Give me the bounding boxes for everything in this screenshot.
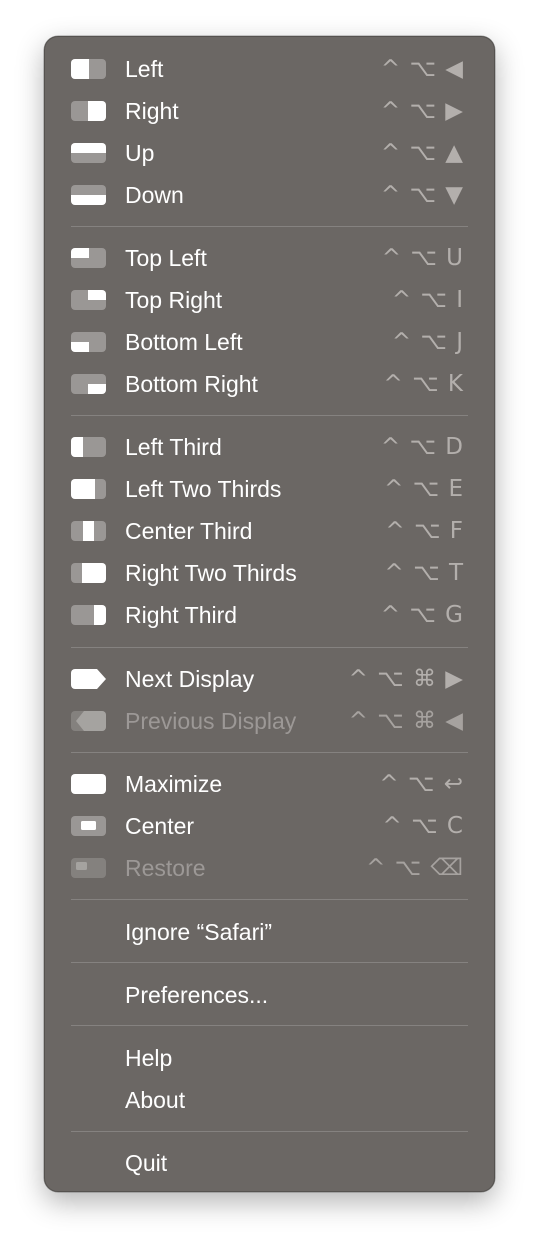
menu-item-restore[interactable]: Restore ^ ⌥ ⌫: [45, 847, 494, 889]
menu-item-label: Right: [125, 98, 179, 124]
menu-item-help[interactable]: Help: [45, 1037, 494, 1079]
menu-item-label: Quit: [125, 1150, 168, 1176]
shortcut-text: ^ ⌥ J: [391, 329, 464, 355]
quarter-top-left-icon: [71, 248, 106, 268]
maximize-icon: [71, 774, 106, 794]
rectangle-menu: Left ^ ⌥ ◀ Right ^ ⌥ ▶ Up ^ ⌥ ▲ Down ^ ⌥…: [44, 36, 495, 1192]
menu-item-previous-display[interactable]: Previous Display ^ ⌥ ⌘ ◀: [45, 700, 494, 742]
menu-separator: [71, 899, 468, 900]
shortcut-text: ^ ⌥ E: [384, 476, 464, 502]
shortcut-text: ^ ⌥ ⌘ ◀: [348, 708, 464, 734]
half-top-icon: [71, 143, 106, 163]
menu-item-label: Next Display: [125, 666, 255, 692]
next-display-icon: [71, 669, 106, 689]
menu-item-label: Center: [125, 813, 195, 839]
menu-separator: [71, 1025, 468, 1026]
menu-item-right-third[interactable]: Right Third ^ ⌥ G: [45, 594, 494, 636]
shortcut-text: ^ ⌥ ▲: [380, 140, 464, 166]
menu-item-label: Left: [125, 56, 164, 82]
menu-item-top-right[interactable]: Top Right ^ ⌥ I: [45, 279, 494, 321]
menu-item-label: Down: [125, 182, 184, 208]
menu-item-maximize[interactable]: Maximize ^ ⌥ ↩: [45, 763, 494, 805]
menu-item-center[interactable]: Center ^ ⌥ C: [45, 805, 494, 847]
menu-item-label: Left Third: [125, 434, 222, 460]
shortcut-text: ^ ⌥ ▼: [380, 182, 464, 208]
half-bottom-icon: [71, 185, 106, 205]
menu-item-next-display[interactable]: Next Display ^ ⌥ ⌘ ▶: [45, 658, 494, 700]
shortcut-text: ^ ⌥ U: [381, 245, 464, 271]
menu-item-label: About: [125, 1087, 186, 1113]
shortcut-text: ^ ⌥ ⌫: [366, 855, 464, 881]
shortcut-text: ^ ⌥ ▶: [380, 98, 464, 124]
menu-item-bottom-right[interactable]: Bottom Right ^ ⌥ K: [45, 363, 494, 405]
quarter-top-right-icon: [71, 290, 106, 310]
shortcut-text: ^ ⌥ F: [385, 518, 464, 544]
shortcut-text: ^ ⌥ ◀: [380, 56, 464, 82]
menu-separator: [71, 647, 468, 648]
menu-item-label: Help: [125, 1045, 173, 1071]
shortcut-text: ^ ⌥ G: [380, 602, 464, 628]
menu-item-quit[interactable]: Quit: [45, 1142, 494, 1184]
half-left-icon: [71, 59, 106, 79]
left-third-icon: [71, 437, 106, 457]
shortcut-text: ^ ⌥ K: [383, 371, 464, 397]
menu-item-label: Previous Display: [125, 708, 297, 734]
right-third-icon: [71, 605, 106, 625]
menu-item-label: Top Left: [125, 245, 207, 271]
menu-item-label: Center Third: [125, 518, 253, 544]
menu-separator: [71, 1131, 468, 1132]
right-two-thirds-icon: [71, 563, 106, 583]
menu-item-label: Bottom Left: [125, 329, 243, 355]
menu-item-left-third[interactable]: Left Third ^ ⌥ D: [45, 426, 494, 468]
menu-separator: [71, 752, 468, 753]
shortcut-text: ^ ⌥ ↩: [379, 771, 464, 797]
menu-item-label: Up: [125, 140, 155, 166]
left-two-thirds-icon: [71, 479, 106, 499]
previous-display-icon: [71, 711, 106, 731]
menu-item-down[interactable]: Down ^ ⌥ ▼: [45, 174, 494, 216]
menu-item-center-third[interactable]: Center Third ^ ⌥ F: [45, 510, 494, 552]
menu-item-label: Bottom Right: [125, 371, 258, 397]
menu-item-label: Right Two Thirds: [125, 560, 297, 586]
shortcut-text: ^ ⌥ T: [384, 560, 464, 586]
quarter-bottom-left-icon: [71, 332, 106, 352]
menu-item-label: Left Two Thirds: [125, 476, 282, 502]
menu-item-preferences[interactable]: Preferences...: [45, 974, 494, 1016]
shortcut-text: ^ ⌥ D: [380, 434, 464, 460]
menu-item-label: Preferences...: [125, 982, 269, 1008]
menu-item-right-two-thirds[interactable]: Right Two Thirds ^ ⌥ T: [45, 552, 494, 594]
menu-item-top-left[interactable]: Top Left ^ ⌥ U: [45, 237, 494, 279]
menu-item-right[interactable]: Right ^ ⌥ ▶: [45, 90, 494, 132]
shortcut-text: ^ ⌥ I: [391, 287, 464, 313]
menu-item-about[interactable]: About: [45, 1079, 494, 1121]
menu-item-label: Right Third: [125, 602, 238, 628]
shortcut-text: ^ ⌥ C: [382, 813, 464, 839]
center-third-icon: [71, 521, 106, 541]
menu-item-label: Ignore “Safari”: [125, 919, 273, 945]
menu-separator: [71, 415, 468, 416]
quarter-bottom-right-icon: [71, 374, 106, 394]
menu-item-up[interactable]: Up ^ ⌥ ▲: [45, 132, 494, 174]
menu-item-bottom-left[interactable]: Bottom Left ^ ⌥ J: [45, 321, 494, 363]
menu-item-left-two-thirds[interactable]: Left Two Thirds ^ ⌥ E: [45, 468, 494, 510]
menu-item-left[interactable]: Left ^ ⌥ ◀: [45, 48, 494, 90]
menu-item-label: Top Right: [125, 287, 223, 313]
half-right-icon: [71, 101, 106, 121]
center-icon: [71, 816, 106, 836]
menu-separator: [71, 962, 468, 963]
shortcut-text: ^ ⌥ ⌘ ▶: [348, 666, 464, 692]
menu-item-label: Restore: [125, 855, 206, 881]
menu-item-label: Maximize: [125, 771, 223, 797]
menu-separator: [71, 226, 468, 227]
restore-icon: [71, 858, 106, 878]
menu-item-ignore-app[interactable]: Ignore “Safari”: [45, 911, 494, 953]
